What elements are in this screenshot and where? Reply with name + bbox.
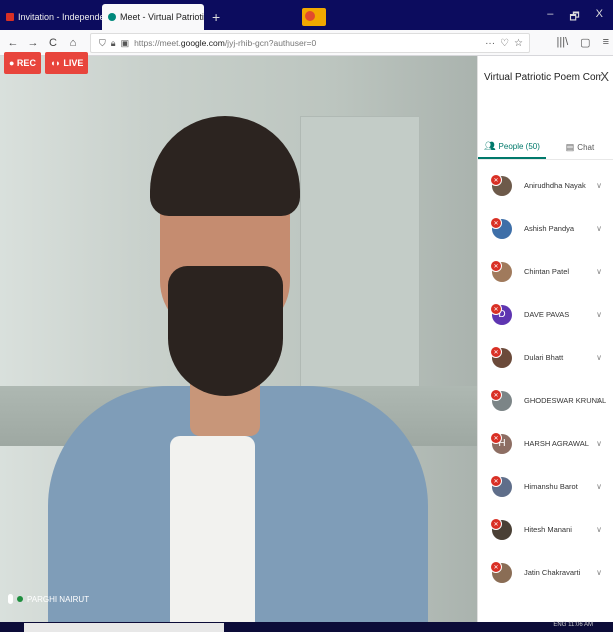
meeting-title: Virtual Patriotic Poem Comp... (484, 72, 602, 83)
tab-people-label: People (50) (498, 142, 540, 151)
chevron-down-icon[interactable]: ∨ (596, 267, 602, 276)
tab-chat-label: Chat (577, 143, 595, 152)
url-actions: ··· ♡ ☆ (485, 38, 523, 49)
chevron-down-icon[interactable]: ∨ (596, 439, 602, 448)
participant-name: Jatin Chakravarti (524, 568, 581, 577)
people-panel: Virtual Patriotic Poem Comp... X 👥︎ Peop… (477, 56, 613, 622)
muted-mic-icon: ✕ (490, 432, 502, 444)
muted-mic-icon: ✕ (490, 518, 502, 530)
panel-tabs: 👥︎ People (50) ▤ Chat (478, 136, 613, 160)
tab-title: Meet - Virtual Patriotic Poe (120, 12, 204, 22)
speaker-name: PARGHI NAIRUT (27, 594, 90, 604)
participant-list: ✕ Anirudhdha Nayak ∨ ✕ Ashish Pandya ∨ ✕… (478, 164, 613, 594)
permissions-icon: ▣ (120, 37, 130, 48)
chevron-down-icon[interactable]: ∨ (596, 224, 602, 233)
chevron-down-icon[interactable]: ∨ (596, 568, 602, 577)
reload-button[interactable]: C (46, 37, 60, 49)
participant-row[interactable]: ✕ Himanshu Barot ∨ (478, 465, 613, 508)
maximize-button[interactable]: 🗗 (569, 8, 579, 27)
main-video-tile (0, 56, 477, 622)
gmail-icon (6, 13, 14, 21)
muted-mic-icon: ✕ (490, 217, 502, 229)
video-door (300, 116, 420, 406)
tab-invitation[interactable]: Invitation - Independence Day X (0, 4, 102, 30)
page-actions-icon[interactable]: ··· (485, 38, 495, 49)
shield-icon: ⛉ (99, 37, 106, 48)
pocket-icon[interactable]: ♡ (500, 38, 509, 49)
rec-badge: ● REC (4, 52, 41, 74)
chevron-down-icon[interactable]: ∨ (596, 181, 602, 190)
forward-button[interactable]: → (26, 37, 40, 49)
url-text: https://meet.google.com/jyj-rhib-gcn?aut… (134, 38, 317, 48)
recording-badges: ● REC ◖◗ LIVE (4, 52, 89, 74)
tab-meet[interactable]: Meet - Virtual Patriotic Poe X (102, 4, 204, 30)
chevron-down-icon[interactable]: ∨ (596, 525, 602, 534)
library-icon[interactable]: |||\ (557, 36, 569, 49)
participant-row[interactable]: ✕ Anirudhdha Nayak ∨ (478, 164, 613, 207)
chevron-down-icon[interactable]: ∨ (596, 353, 602, 362)
participant-name: Ashish Pandya (524, 224, 575, 233)
microphone-icon (8, 594, 13, 604)
close-panel-button[interactable]: X (600, 69, 609, 84)
muted-mic-icon: ✕ (490, 260, 502, 272)
address-bar[interactable]: ⛉ 🔒︎ ▣ https://meet.google.com/jyj-rhib-… (90, 33, 530, 53)
minimize-button[interactable]: – (547, 8, 553, 27)
participant-row[interactable]: ✕ Chintan Patel ∨ (478, 250, 613, 293)
close-window-button[interactable]: X (596, 8, 603, 27)
browser-tab-strip: Invitation - Independence Day X Meet - V… (0, 0, 613, 30)
speaking-indicator-icon (17, 596, 23, 602)
back-button[interactable]: ← (6, 37, 20, 49)
speaker-shirt (170, 436, 255, 622)
participant-name: HARSH AGRAWAL (524, 439, 589, 448)
participant-row[interactable]: ✕ Ashish Pandya ∨ (478, 207, 613, 250)
toolbar-right: |||\ ▢ ≡ (557, 36, 609, 49)
firefox-icon (302, 8, 326, 26)
taskbar-clock: ENG 11:06 AM (553, 622, 593, 628)
muted-mic-icon: ✕ (490, 561, 502, 573)
os-taskbar: ENG 11:06 AM (0, 622, 613, 632)
participant-name: Himanshu Barot (524, 482, 578, 491)
chevron-down-icon[interactable]: ∨ (596, 396, 602, 405)
muted-mic-icon: ✕ (490, 389, 502, 401)
lock-icon: 🔒︎ (110, 37, 116, 48)
participant-name: Anirudhdha Nayak (524, 181, 586, 190)
chat-icon: ▤ (565, 142, 575, 152)
speaker-name-tag: PARGHI NAIRUT (8, 594, 89, 604)
speaker-beard (168, 266, 283, 396)
new-tab-button[interactable]: + (204, 4, 228, 30)
participant-name: GHODESWAR KRUNAL (524, 396, 607, 405)
participant-row[interactable]: H ✕ HARSH AGRAWAL ∨ (478, 422, 613, 465)
sidebar-icon[interactable]: ▢ (580, 36, 590, 49)
participant-name: Hitesh Manani (524, 525, 572, 534)
menu-icon[interactable]: ≡ (603, 36, 609, 49)
participant-name: DAVE PAVAS (524, 310, 570, 319)
participant-row[interactable]: ✕ Hitesh Manani ∨ (478, 508, 613, 551)
tab-title: Invitation - Independence Day (18, 12, 102, 22)
chevron-down-icon[interactable]: ∨ (596, 482, 602, 491)
meet-icon (108, 13, 116, 21)
participant-row[interactable]: ✕ Jatin Chakravarti ∨ (478, 551, 613, 594)
people-icon: 👥︎ (484, 141, 496, 151)
participant-name: Dulari Bhatt (524, 353, 564, 362)
home-button[interactable]: ⌂ (66, 37, 80, 49)
muted-mic-icon: ✕ (490, 303, 502, 315)
muted-mic-icon: ✕ (490, 475, 502, 487)
bookmark-star-icon[interactable]: ☆ (514, 38, 523, 49)
chevron-down-icon[interactable]: ∨ (596, 310, 602, 319)
participant-row[interactable]: ✕ GHODESWAR KRUNAL ∨ (478, 379, 613, 422)
participant-row[interactable]: ✕ Dulari Bhatt ∨ (478, 336, 613, 379)
participant-row[interactable]: D ✕ DAVE PAVAS ∨ (478, 293, 613, 336)
tab-chat[interactable]: ▤ Chat (546, 136, 613, 159)
muted-mic-icon: ✕ (490, 346, 502, 358)
participant-name: Chintan Patel (524, 267, 570, 276)
live-badge: ◖◗ LIVE (44, 52, 89, 74)
tab-people[interactable]: 👥︎ People (50) (478, 136, 546, 159)
navigation-bar: ← → C ⌂ ⛉ 🔒︎ ▣ https://meet.google.com/j… (0, 30, 613, 56)
muted-mic-icon: ✕ (490, 174, 502, 186)
taskbar-search[interactable] (24, 623, 224, 632)
window-controls: – 🗗 X (547, 8, 603, 27)
